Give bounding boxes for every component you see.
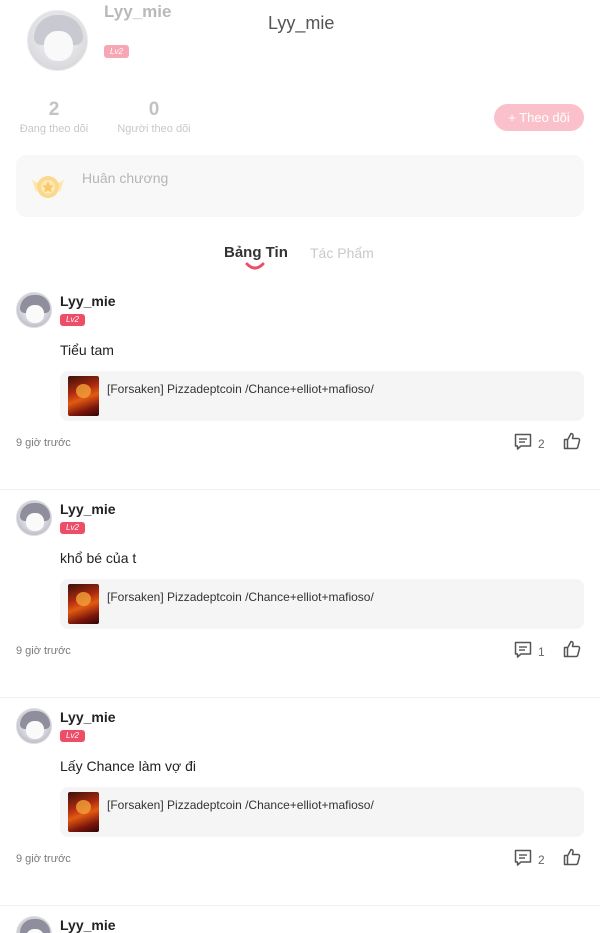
feed-post[interactable]: Lyy_mie Lv2 khổ bé của t [Forsaken] Pizz…: [0, 490, 600, 698]
feed-post[interactable]: Lyy_mie Lv2 Tiểu tam [Forsaken] Pizzadep…: [0, 282, 600, 490]
followers-stat[interactable]: 0 Người theo dõi: [113, 99, 195, 135]
post-avatar[interactable]: [16, 500, 52, 536]
follow-button[interactable]: + Theo dõi: [494, 104, 584, 131]
following-stat[interactable]: 2 Đang theo dõi: [16, 99, 92, 135]
followers-count: 0: [148, 99, 160, 120]
followers-label: Người theo dõi: [117, 123, 191, 135]
comment-count: 1: [538, 645, 545, 659]
comment-count: 2: [538, 853, 545, 867]
link-thumbnail: [68, 584, 99, 624]
comment-icon[interactable]: [513, 848, 533, 868]
medal-icon: [32, 176, 64, 198]
link-title: [Forsaken] Pizzadeptcoin /Chance+elliot+…: [107, 590, 374, 604]
medal-label: Huân chương: [82, 170, 169, 186]
post-content: khổ bé của t: [60, 550, 137, 566]
content-tabs: Bảng Tin Tác Phẩm: [0, 240, 600, 276]
comment-icon[interactable]: [513, 640, 533, 660]
post-username[interactable]: Lyy_mie: [60, 501, 116, 517]
like-icon[interactable]: [562, 847, 582, 867]
comment-icon[interactable]: [513, 432, 533, 452]
profile-stats: 2 Đang theo dõi 0 Người theo dõi + Theo …: [0, 90, 600, 150]
post-time: 9 giờ trước: [16, 645, 71, 657]
post-link-card[interactable]: [Forsaken] Pizzadeptcoin /Chance+elliot+…: [60, 371, 584, 421]
post-time: 9 giờ trước: [16, 853, 71, 865]
profile-name: Lyy_mie: [104, 2, 172, 21]
following-label: Đang theo dõi: [19, 123, 89, 135]
profile-avatar[interactable]: [27, 10, 88, 71]
post-time: 9 giờ trước: [16, 437, 71, 449]
following-count: 2: [48, 99, 60, 120]
comment-count: 2: [538, 437, 545, 451]
post-username[interactable]: Lyy_mie: [60, 917, 116, 933]
tab-works[interactable]: Tác Phẩm: [310, 245, 374, 261]
link-thumbnail: [68, 792, 99, 832]
profile-header: Lyy_mie Lv2 Lyy_mie: [0, 0, 600, 90]
profile-level-badge: Lv2: [104, 45, 129, 58]
feed-post[interactable]: Lyy_mie Lv2 Lấy Chance làm vợ đi [Forsak…: [0, 698, 600, 906]
post-link-card[interactable]: [Forsaken] Pizzadeptcoin /Chance+elliot+…: [60, 579, 584, 629]
link-title: [Forsaken] Pizzadeptcoin /Chance+elliot+…: [107, 382, 374, 396]
tab-feed[interactable]: Bảng Tin: [224, 244, 288, 261]
post-avatar[interactable]: [16, 292, 52, 328]
page-title: Lyy_mie: [268, 13, 335, 33]
tab-active-indicator: [245, 262, 265, 270]
feed-post[interactable]: Lyy_mie: [0, 906, 600, 933]
post-level-badge: Lv2: [60, 314, 85, 326]
like-icon[interactable]: [562, 431, 582, 451]
post-username[interactable]: Lyy_mie: [60, 709, 116, 725]
post-level-badge: Lv2: [60, 522, 85, 534]
post-content: Lấy Chance làm vợ đi: [60, 758, 197, 774]
like-icon[interactable]: [562, 639, 582, 659]
medal-card[interactable]: Huân chương: [16, 155, 584, 217]
post-content: Tiểu tam: [60, 342, 114, 358]
post-avatar[interactable]: [16, 708, 52, 744]
post-level-badge: Lv2: [60, 730, 85, 742]
link-title: [Forsaken] Pizzadeptcoin /Chance+elliot+…: [107, 798, 374, 812]
post-link-card[interactable]: [Forsaken] Pizzadeptcoin /Chance+elliot+…: [60, 787, 584, 837]
post-username[interactable]: Lyy_mie: [60, 293, 116, 309]
post-avatar[interactable]: [16, 916, 52, 933]
link-thumbnail: [68, 376, 99, 416]
feed-list: Lyy_mie Lv2 Tiểu tam [Forsaken] Pizzadep…: [0, 282, 600, 933]
